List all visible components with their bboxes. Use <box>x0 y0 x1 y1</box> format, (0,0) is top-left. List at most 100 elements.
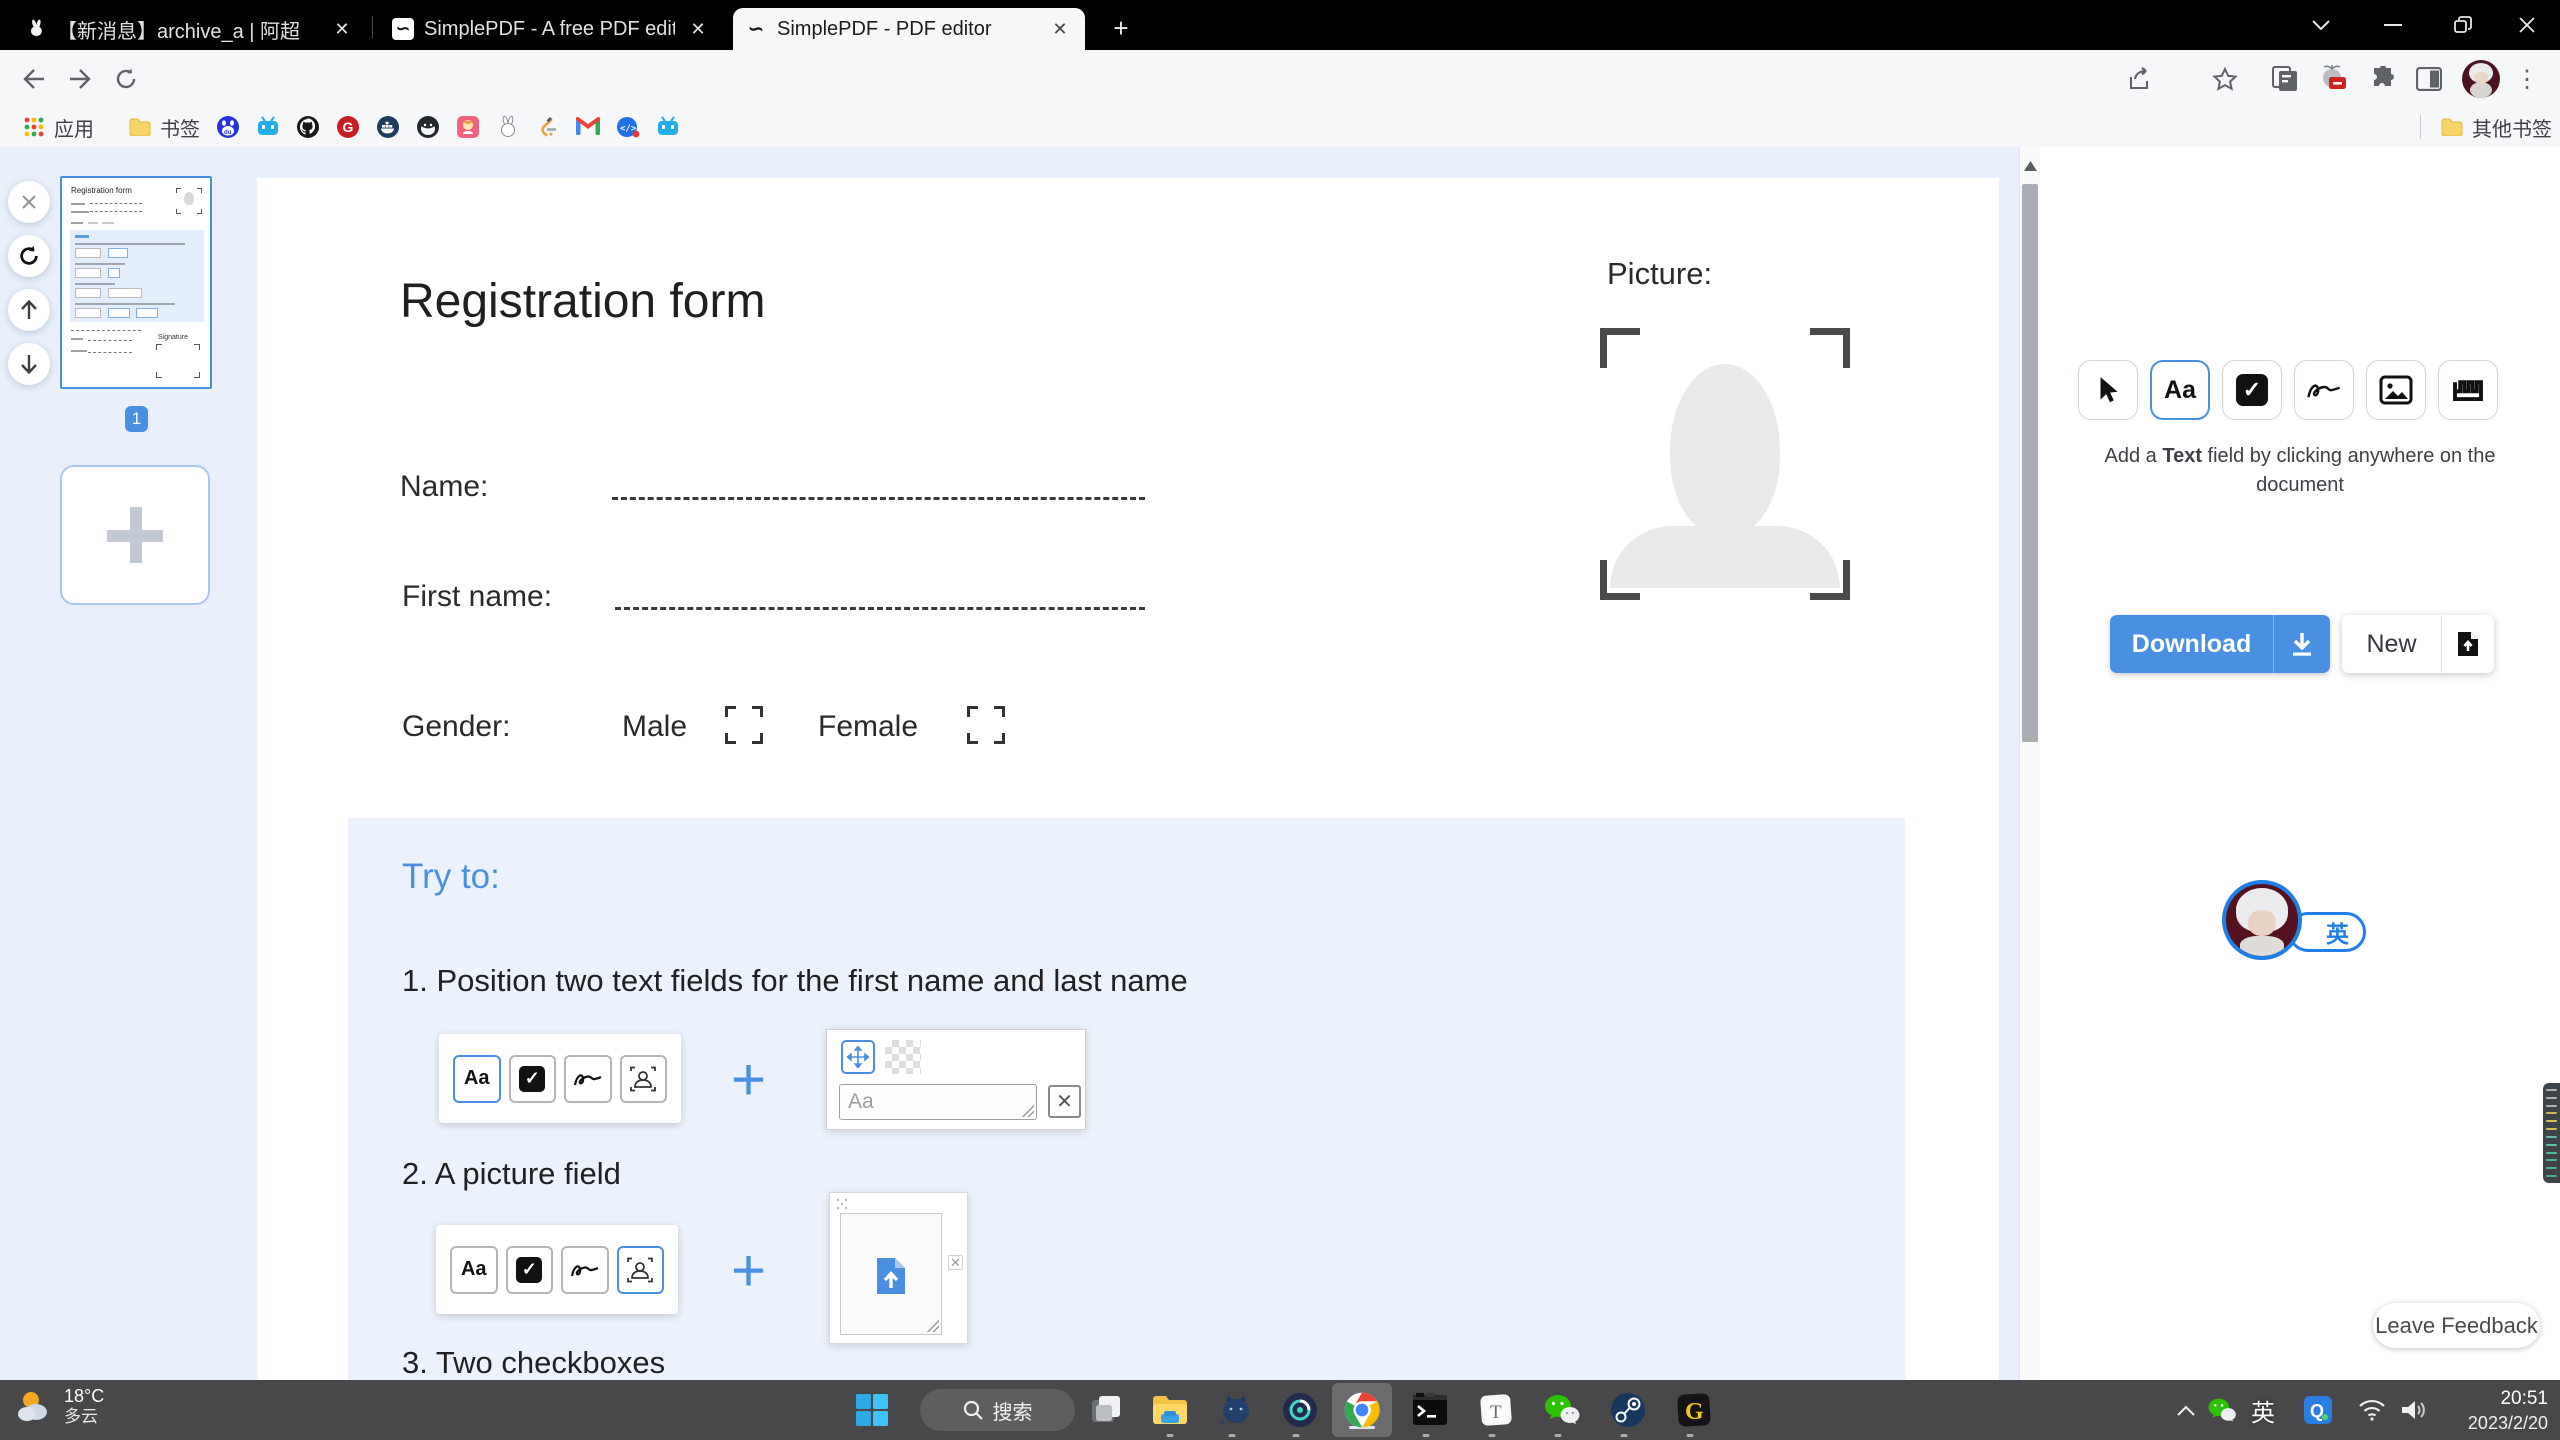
wechat-button[interactable] <box>1540 1388 1584 1432</box>
terminal-button[interactable] <box>1408 1388 1452 1432</box>
toolbar-illustration-2: Aa ✓ <box>436 1225 678 1314</box>
bookmark-gitee[interactable]: G <box>328 111 368 143</box>
checkbox-tool-button[interactable]: ✓ <box>2222 360 2282 420</box>
tab-archive[interactable]: 【新消息】archive_a | 阿超 ✕ <box>13 8 367 50</box>
weather-widget[interactable]: 18°C 多云 <box>14 1386 104 1426</box>
new-tab-button[interactable]: + <box>1103 10 1139 46</box>
rotate-page-button[interactable] <box>8 235 50 277</box>
steam-button[interactable] <box>1606 1388 1650 1432</box>
thumb-picture <box>176 184 202 214</box>
app-g-button[interactable]: G <box>1672 1388 1716 1432</box>
reload-button[interactable] <box>104 57 148 101</box>
new-document-button[interactable]: New <box>2342 615 2494 673</box>
window-chevron-button[interactable] <box>2288 0 2354 50</box>
tab-close-icon[interactable]: ✕ <box>1047 16 1073 42</box>
bookmark-anime[interactable] <box>448 111 488 143</box>
tray-ime-indicator[interactable]: 英 <box>2246 1394 2280 1427</box>
bookmark-folder[interactable]: 书签 <box>120 111 208 143</box>
bookmark-github[interactable] <box>288 111 328 143</box>
bookmark-star-icon[interactable] <box>2208 62 2242 96</box>
bookmarks-bar: 应用 书签 du G </> 其他书签 <box>0 107 2560 147</box>
running-indicator <box>1166 1434 1174 1437</box>
download-label: Download <box>2131 629 2252 658</box>
add-page-button[interactable] <box>60 465 210 605</box>
signature-tool-button[interactable] <box>2294 360 2354 420</box>
clock-widget[interactable]: 20:51 2023/2/20 <box>2440 1387 2548 1435</box>
file-explorer-button[interactable] <box>1148 1388 1192 1432</box>
bookmark-bilibili-2[interactable] <box>648 111 688 143</box>
pdf-page[interactable]: Registration form Picture: Name: First n… <box>257 178 1999 1380</box>
profile-avatar[interactable] <box>2460 58 2502 100</box>
tray-wifi-icon[interactable] <box>2354 1394 2390 1426</box>
page-thumbnail[interactable]: Registration form Signature <box>60 176 212 389</box>
spiral-app-icon <box>1283 1393 1317 1427</box>
bookmark-bilibili[interactable] <box>248 111 288 143</box>
thumb-title: Registration form <box>71 186 132 195</box>
scrollbar-thumb[interactable] <box>2022 184 2038 742</box>
window-restore-button[interactable] <box>2430 0 2496 50</box>
download-button[interactable]: Download <box>2110 615 2330 673</box>
bookmark-leetcode[interactable] <box>528 111 568 143</box>
reading-list-extension-icon[interactable] <box>2268 62 2302 96</box>
tools-panel: Aa ✓ Add a Text field by clicking anywhe… <box>2040 147 2560 1380</box>
tray-wechat-icon[interactable] <box>2204 1394 2240 1426</box>
bookmark-devsite[interactable]: </> <box>608 111 648 143</box>
extensions-puzzle-icon[interactable] <box>2366 62 2400 96</box>
bookmark-rabbit[interactable] <box>488 111 528 143</box>
date-tool-button[interactable] <box>2438 360 2498 420</box>
ime-avatar[interactable] <box>2222 880 2302 960</box>
chrome-taskbar-button[interactable] <box>1332 1383 1392 1437</box>
bookmark-monkey[interactable] <box>408 111 448 143</box>
move-page-up-button[interactable] <box>8 289 50 331</box>
text-tool-button[interactable]: Aa <box>2150 360 2210 420</box>
edge-docked-widget[interactable] <box>2543 1083 2560 1183</box>
back-button[interactable] <box>12 57 56 101</box>
image-tool-button[interactable] <box>2366 360 2426 420</box>
bookmark-apps[interactable]: 应用 <box>14 111 102 143</box>
bookmark-baidu[interactable]: du <box>208 111 248 143</box>
typora-button[interactable]: T <box>1474 1388 1518 1432</box>
share-icon[interactable] <box>2124 62 2158 96</box>
move-page-down-button[interactable] <box>8 343 50 385</box>
browser-tab-bar: 【新消息】archive_a | 阿超 ✕ ∽ SimplePDF - A fr… <box>0 0 2560 50</box>
other-bookmarks[interactable]: 其他书签 <box>2432 111 2560 143</box>
tray-chevron-up[interactable] <box>2170 1394 2202 1426</box>
picture-widget-illustration: ✕ <box>829 1192 968 1344</box>
forward-button[interactable] <box>58 57 102 101</box>
doc-title: Registration form <box>400 275 766 328</box>
bookmark-docker[interactable] <box>368 111 408 143</box>
bookmark-gmail[interactable] <box>568 111 608 143</box>
text-tool-icon: Aa <box>2164 375 2196 404</box>
file-explorer-icon <box>1153 1396 1187 1424</box>
start-button[interactable] <box>850 1388 894 1432</box>
gmail-icon <box>576 115 600 139</box>
tray-volume-icon[interactable] <box>2396 1394 2432 1426</box>
task-view-button[interactable] <box>1084 1388 1128 1432</box>
viewer-scrollbar[interactable] <box>2019 147 2040 1380</box>
browser-menu-icon[interactable]: ⋮ <box>2510 62 2544 96</box>
tab-simplepdf-editor[interactable]: ∽ SimplePDF - PDF editor ✕ <box>733 8 1085 50</box>
app-spiral-button[interactable] <box>1278 1388 1322 1432</box>
app-cat-button[interactable] <box>1214 1388 1258 1432</box>
window-minimize-button[interactable] <box>2360 0 2426 50</box>
scroll-up-arrow[interactable] <box>2024 161 2037 171</box>
search-box[interactable]: 搜索 <box>920 1389 1075 1431</box>
tab-close-icon[interactable]: ✕ <box>329 16 355 42</box>
docker-icon <box>376 115 400 139</box>
code-site-icon: </> <box>616 115 640 139</box>
side-panel-icon[interactable] <box>2412 62 2446 96</box>
download-icon <box>2274 632 2330 656</box>
tab-simplepdf-home[interactable]: ∽ SimplePDF - A free PDF editor ✕ <box>380 8 723 50</box>
select-tool-button[interactable] <box>2078 360 2138 420</box>
leave-feedback-button[interactable]: Leave Feedback <box>2373 1303 2540 1348</box>
gitee-icon: G <box>336 115 360 139</box>
tray-qq-pinyin-icon[interactable]: Q <box>2300 1394 2336 1426</box>
window-close-button[interactable] <box>2494 0 2560 50</box>
anime-site-icon <box>456 115 480 139</box>
tab-close-icon[interactable]: ✕ <box>685 16 711 42</box>
g-app-icon: G <box>1677 1393 1711 1427</box>
image-icon <box>2379 375 2413 405</box>
tomato-timer-extension-icon[interactable] <box>2316 62 2350 96</box>
wechat-icon <box>1545 1395 1580 1424</box>
delete-page-button[interactable] <box>8 181 50 223</box>
